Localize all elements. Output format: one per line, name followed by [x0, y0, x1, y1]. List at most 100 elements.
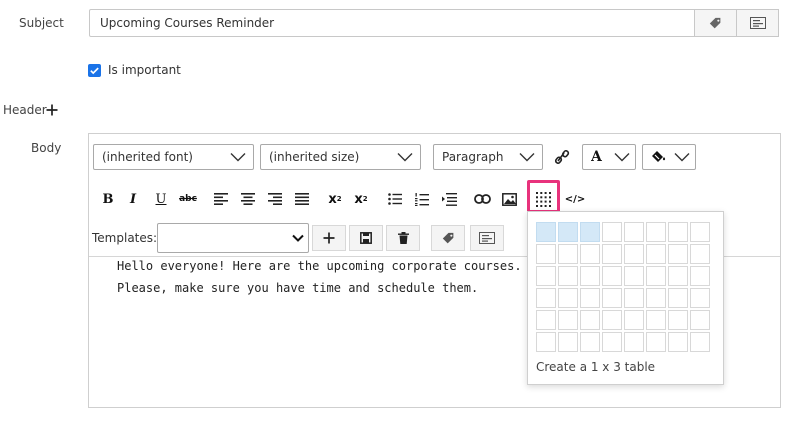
table-picker-cell[interactable]: [624, 222, 644, 242]
important-checkbox[interactable]: [88, 64, 101, 77]
body-line-1: Hello everyone! Here are the upcoming co…: [117, 259, 522, 273]
font-size-value: (inherited size): [269, 150, 360, 164]
chevron-down-icon: [519, 153, 535, 162]
table-picker-grid[interactable]: [536, 222, 710, 352]
bold-button[interactable]: B: [97, 188, 119, 210]
table-picker-cell[interactable]: [558, 288, 578, 308]
italic-button[interactable]: I: [122, 188, 144, 210]
strikethrough-button[interactable]: abc: [176, 188, 200, 210]
table-picker-cell[interactable]: [602, 244, 622, 264]
table-picker-cell[interactable]: [536, 332, 556, 352]
paint-bucket-icon: [652, 150, 666, 162]
table-picker-cell[interactable]: [668, 222, 688, 242]
table-picker-cell[interactable]: [646, 288, 666, 308]
table-picker-cell[interactable]: [580, 332, 600, 352]
font-color-select[interactable]: A: [582, 144, 636, 170]
tag-icon: [709, 17, 721, 28]
table-picker-cell[interactable]: [690, 288, 710, 308]
underline-button[interactable]: U: [150, 188, 172, 210]
table-picker-cell[interactable]: [602, 332, 622, 352]
table-picker-cell[interactable]: [646, 332, 666, 352]
save-icon: [360, 232, 372, 244]
table-picker-cell[interactable]: [580, 222, 600, 242]
table-picker-cell[interactable]: [558, 332, 578, 352]
table-picker-cell[interactable]: [624, 310, 644, 330]
table-picker-cell[interactable]: [602, 266, 622, 286]
font-size-select[interactable]: (inherited size): [260, 144, 421, 170]
clear-format-button[interactable]: [553, 148, 571, 166]
table-picker-cell[interactable]: [668, 266, 688, 286]
template-tag-button[interactable]: [431, 225, 465, 251]
trash-icon: [397, 232, 409, 244]
table-picker-cell[interactable]: [646, 244, 666, 264]
paint-bucket-icon-wrap: [651, 149, 673, 166]
table-picker-cell[interactable]: [668, 310, 688, 330]
placeholder-button[interactable]: [737, 9, 779, 37]
table-picker-cell[interactable]: [690, 310, 710, 330]
table-picker-cell[interactable]: [690, 244, 710, 264]
block-format-value: Paragraph: [442, 150, 504, 164]
table-picker-cell[interactable]: [536, 310, 556, 330]
table-picker-cell[interactable]: [602, 310, 622, 330]
superscript-mark: 2: [362, 195, 368, 203]
table-picker-cell[interactable]: [624, 266, 644, 286]
table-picker-cell[interactable]: [580, 310, 600, 330]
add-template-button[interactable]: [312, 225, 346, 251]
table-picker-popup: Create a 1 x 3 table: [527, 211, 724, 385]
code-view-button[interactable]: </>: [565, 188, 585, 210]
table-picker-cell[interactable]: [602, 222, 622, 242]
chevron-down-icon: [230, 153, 246, 162]
table-picker-cell[interactable]: [558, 244, 578, 264]
tag-button[interactable]: [695, 9, 737, 37]
align-left-button[interactable]: [210, 188, 232, 210]
table-picker-cell[interactable]: [558, 266, 578, 286]
subscript-glyph: x: [328, 191, 337, 207]
table-picker-cell[interactable]: [558, 310, 578, 330]
insert-link-button[interactable]: [471, 188, 493, 210]
table-picker-cell[interactable]: [690, 266, 710, 286]
bullet-list-button[interactable]: [384, 188, 406, 210]
block-format-select[interactable]: Paragraph: [433, 144, 543, 170]
link-chain-icon: [554, 149, 570, 164]
table-picker-cell[interactable]: [580, 288, 600, 308]
table-picker-cell[interactable]: [536, 266, 556, 286]
subscript-button[interactable]: x2: [324, 188, 346, 210]
save-template-button[interactable]: [349, 225, 383, 251]
background-color-select[interactable]: [642, 144, 696, 170]
table-picker-cell[interactable]: [668, 244, 688, 264]
table-picker-cell[interactable]: [602, 288, 622, 308]
align-center-button[interactable]: [237, 188, 259, 210]
add-header-button[interactable]: [46, 104, 58, 116]
table-picker-cell[interactable]: [690, 222, 710, 242]
table-picker-cell[interactable]: [646, 266, 666, 286]
insert-image-button[interactable]: [498, 188, 520, 210]
table-picker-cell[interactable]: [646, 310, 666, 330]
table-picker-cell[interactable]: [536, 244, 556, 264]
header-label: Header: [3, 103, 47, 117]
indent-button[interactable]: [438, 188, 460, 210]
chevron-down-icon: [674, 153, 690, 162]
table-picker-cell[interactable]: [668, 332, 688, 352]
table-picker-cell[interactable]: [580, 244, 600, 264]
numbered-list-button[interactable]: [411, 188, 433, 210]
table-picker-cell[interactable]: [536, 222, 556, 242]
font-family-select[interactable]: (inherited font): [93, 144, 254, 170]
table-picker-cell[interactable]: [536, 288, 556, 308]
table-picker-cell[interactable]: [646, 222, 666, 242]
table-picker-cell[interactable]: [624, 244, 644, 264]
table-picker-cell[interactable]: [690, 332, 710, 352]
table-picker-cell[interactable]: [580, 266, 600, 286]
template-placeholder-button[interactable]: [470, 225, 504, 251]
superscript-button[interactable]: x2: [350, 188, 372, 210]
table-picker-cell[interactable]: [624, 288, 644, 308]
delete-template-button[interactable]: [386, 225, 420, 251]
table-picker-cell[interactable]: [624, 332, 644, 352]
justify-button[interactable]: [291, 188, 313, 210]
table-picker-cell[interactable]: [668, 288, 688, 308]
chevron-down-icon: [292, 234, 304, 242]
templates-select[interactable]: [157, 223, 309, 253]
table-picker-cell[interactable]: [558, 222, 578, 242]
subject-input[interactable]: Upcoming Courses Reminder: [89, 9, 695, 37]
body-content[interactable]: Hello everyone! Here are the upcoming co…: [117, 259, 522, 295]
align-right-button[interactable]: [264, 188, 286, 210]
